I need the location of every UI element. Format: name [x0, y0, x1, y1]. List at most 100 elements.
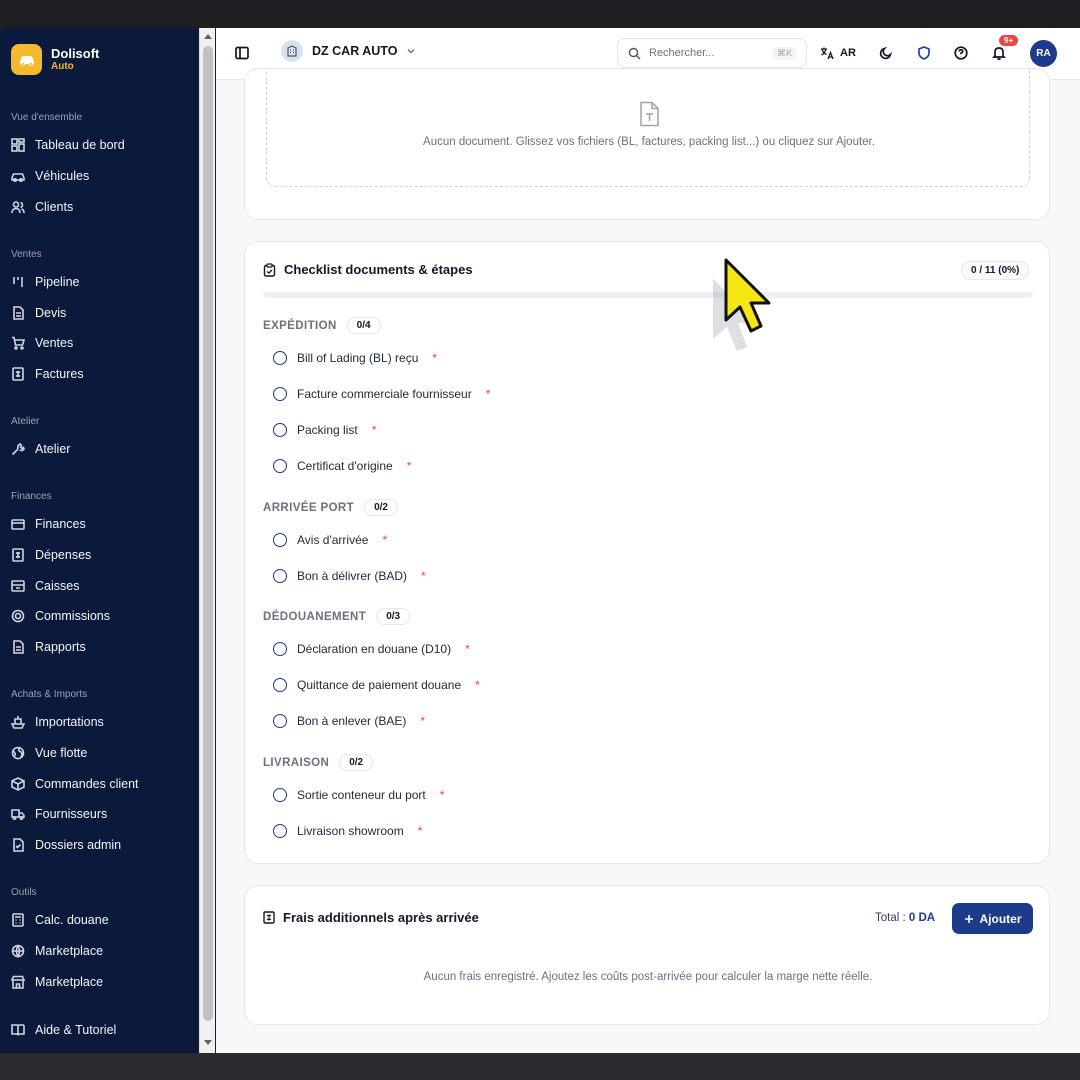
sidebar-item-expenses[interactable]: Dépenses	[11, 548, 91, 562]
checkbox[interactable]	[273, 788, 287, 802]
sidebar-item-vehicles[interactable]: Véhicules	[11, 169, 89, 183]
checkbox[interactable]	[273, 459, 287, 473]
group-label: ARRIVÉE PORT	[263, 501, 355, 514]
sidebar-item-suppliers[interactable]: Fournisseurs	[11, 807, 107, 821]
frais-empty-text: Aucun frais enregistré. Ajoutez les coût…	[423, 971, 873, 983]
dark-mode-icon[interactable]	[878, 45, 894, 61]
checklist-progress-badge: 0 / 11 (0%)	[961, 261, 1030, 280]
checkbox[interactable]	[273, 569, 287, 583]
book-icon	[11, 1024, 25, 1036]
group-header-delivery: LIVRAISON 0/2	[263, 754, 374, 771]
sidebar-item-dashboard[interactable]: Tableau de bord	[11, 138, 125, 152]
search-input[interactable]: Rechercher... ⌘K	[617, 38, 807, 68]
checklist-item[interactable]: Bon à enlever (BAE) *	[273, 714, 425, 728]
sidebar-item-reports[interactable]: Rapports	[11, 640, 86, 654]
checkbox[interactable]	[273, 387, 287, 401]
sidebar-item-admin-files[interactable]: Dossiers admin	[11, 838, 121, 852]
checklist-item[interactable]: Packing list *	[273, 423, 376, 437]
sidebar-item-marketplace[interactable]: Marketplace	[11, 944, 103, 958]
checklist-item[interactable]: Bon à délivrer (BAD) *	[273, 569, 426, 583]
company-selector[interactable]: DZ CAR AUTO	[281, 40, 416, 62]
checklist-item[interactable]: Déclaration en douane (D10) *	[273, 642, 470, 656]
checklist-item[interactable]: Livraison showroom *	[273, 824, 422, 838]
sidebar-item-sales[interactable]: Ventes	[11, 336, 73, 350]
sidebar-item-quotes[interactable]: Devis	[11, 306, 66, 320]
sidebar-item-marketplace-store[interactable]: Marketplace	[11, 975, 103, 989]
checklist-progress-bar	[263, 292, 1033, 298]
required-mark: *	[475, 678, 480, 692]
add-button-label: Ajouter	[979, 911, 1022, 926]
sidebar-item-label: Importations	[35, 715, 104, 729]
checkbox[interactable]	[273, 678, 287, 692]
sidebar-toggle-icon[interactable]	[234, 45, 250, 61]
sidebar-item-invoices[interactable]: Factures	[11, 367, 84, 381]
file-check-icon	[13, 838, 24, 852]
checklist-item[interactable]: Certificat d'origine *	[273, 459, 411, 473]
sidebar-item-label: Marketplace	[35, 975, 104, 989]
building-icon	[281, 40, 303, 62]
sidebar-item-label: Aide & Tutoriel	[35, 1023, 117, 1037]
add-frais-button[interactable]: Ajouter	[952, 903, 1033, 934]
sidebar-item-label: Fournisseurs	[35, 807, 108, 821]
sidebar-item-pipeline[interactable]: Pipeline	[11, 275, 79, 289]
checkbox[interactable]	[273, 642, 287, 656]
sidebar-item-fleet[interactable]: Vue flotte	[11, 746, 87, 760]
checklist-item[interactable]: Quittance de paiement douane *	[273, 678, 480, 692]
checklist-item[interactable]: Sortie conteneur du port *	[273, 788, 444, 802]
sidebar-item-label: Rapports	[35, 640, 86, 654]
checklist-item-label: Livraison showroom	[297, 824, 404, 838]
sidebar-item-label: Atelier	[35, 442, 71, 456]
scroll-up-icon[interactable]	[204, 34, 212, 39]
sidebar-item-label: Factures	[35, 367, 84, 381]
user-avatar[interactable]: RA	[1030, 40, 1057, 67]
scroll-down-icon[interactable]	[204, 1040, 212, 1045]
checklist-item-label: Packing list	[297, 423, 358, 437]
frais-title: Frais additionnels après arrivée	[263, 910, 479, 925]
required-mark: *	[439, 788, 445, 802]
group-header-customs: DÉDOUANEMENT 0/3	[263, 608, 411, 625]
brand[interactable]: Dolisoft Auto	[11, 44, 99, 75]
checkbox[interactable]	[273, 533, 287, 547]
documents-empty-text: Aucun document. Glissez vos fichiers (BL…	[423, 136, 875, 148]
sidebar-item-label: Commissions	[35, 609, 111, 623]
scroll-thumb[interactable]	[203, 46, 213, 1021]
sidebar-item-finances[interactable]: Finances	[11, 517, 86, 531]
report-icon	[13, 640, 24, 654]
checklist-item[interactable]: Avis d'arrivée *	[273, 533, 387, 547]
bell-icon[interactable]	[991, 45, 1007, 61]
sidebar-item-workshop[interactable]: Atelier	[11, 442, 70, 456]
sidebar-item-client-orders[interactable]: Commandes client	[11, 777, 139, 791]
checkbox[interactable]	[273, 714, 287, 728]
checkbox[interactable]	[273, 824, 287, 838]
pipeline-icon	[13, 277, 23, 287]
checklist-item-label: Sortie conteneur du port	[297, 788, 426, 802]
sidebar-item-label: Commandes client	[35, 777, 139, 791]
checklist-item-label: Certificat d'origine	[297, 459, 393, 473]
checkbox[interactable]	[273, 423, 287, 437]
globe-icon	[11, 944, 25, 958]
translate-icon	[821, 47, 834, 60]
sidebar-item-label: Finances	[35, 517, 86, 531]
users-icon	[11, 201, 25, 214]
sidebar-item-commissions[interactable]: Commissions	[11, 609, 110, 623]
sidebar-item-help[interactable]: Aide & Tutoriel	[11, 1023, 116, 1037]
help-icon[interactable]	[953, 45, 969, 61]
checklist-item-label: Facture commerciale fournisseur	[297, 387, 472, 401]
checklist-item-label: Quittance de paiement douane	[297, 678, 462, 692]
document-dropzone[interactable]: Aucun document. Glissez vos fichiers (BL…	[266, 69, 1030, 187]
checklist-item[interactable]: Facture commerciale fournisseur *	[273, 387, 490, 401]
checklist-title: Checklist documents & étapes	[263, 262, 473, 277]
sidebar-item-clients[interactable]: Clients	[11, 200, 73, 214]
frais-total: Total : 0 DA	[875, 912, 935, 924]
sidebar-item-customs-calc[interactable]: Calc. douane	[11, 913, 109, 927]
shield-icon[interactable]	[916, 45, 932, 61]
sidebar-item-imports[interactable]: Importations	[11, 715, 104, 729]
checklist-item[interactable]: Bill of Lading (BL) reçu *	[273, 351, 437, 365]
sidebar-item-cashboxes[interactable]: Caisses	[11, 579, 79, 593]
sidebar-scrollbar[interactable]	[199, 28, 215, 1053]
checkbox[interactable]	[273, 351, 287, 365]
sidebar-item-label: Calc. douane	[35, 913, 109, 927]
required-mark: *	[421, 569, 426, 583]
language-toggle[interactable]: AR	[820, 46, 856, 60]
checklist-item-label: Bon à délivrer (BAD)	[297, 569, 408, 583]
